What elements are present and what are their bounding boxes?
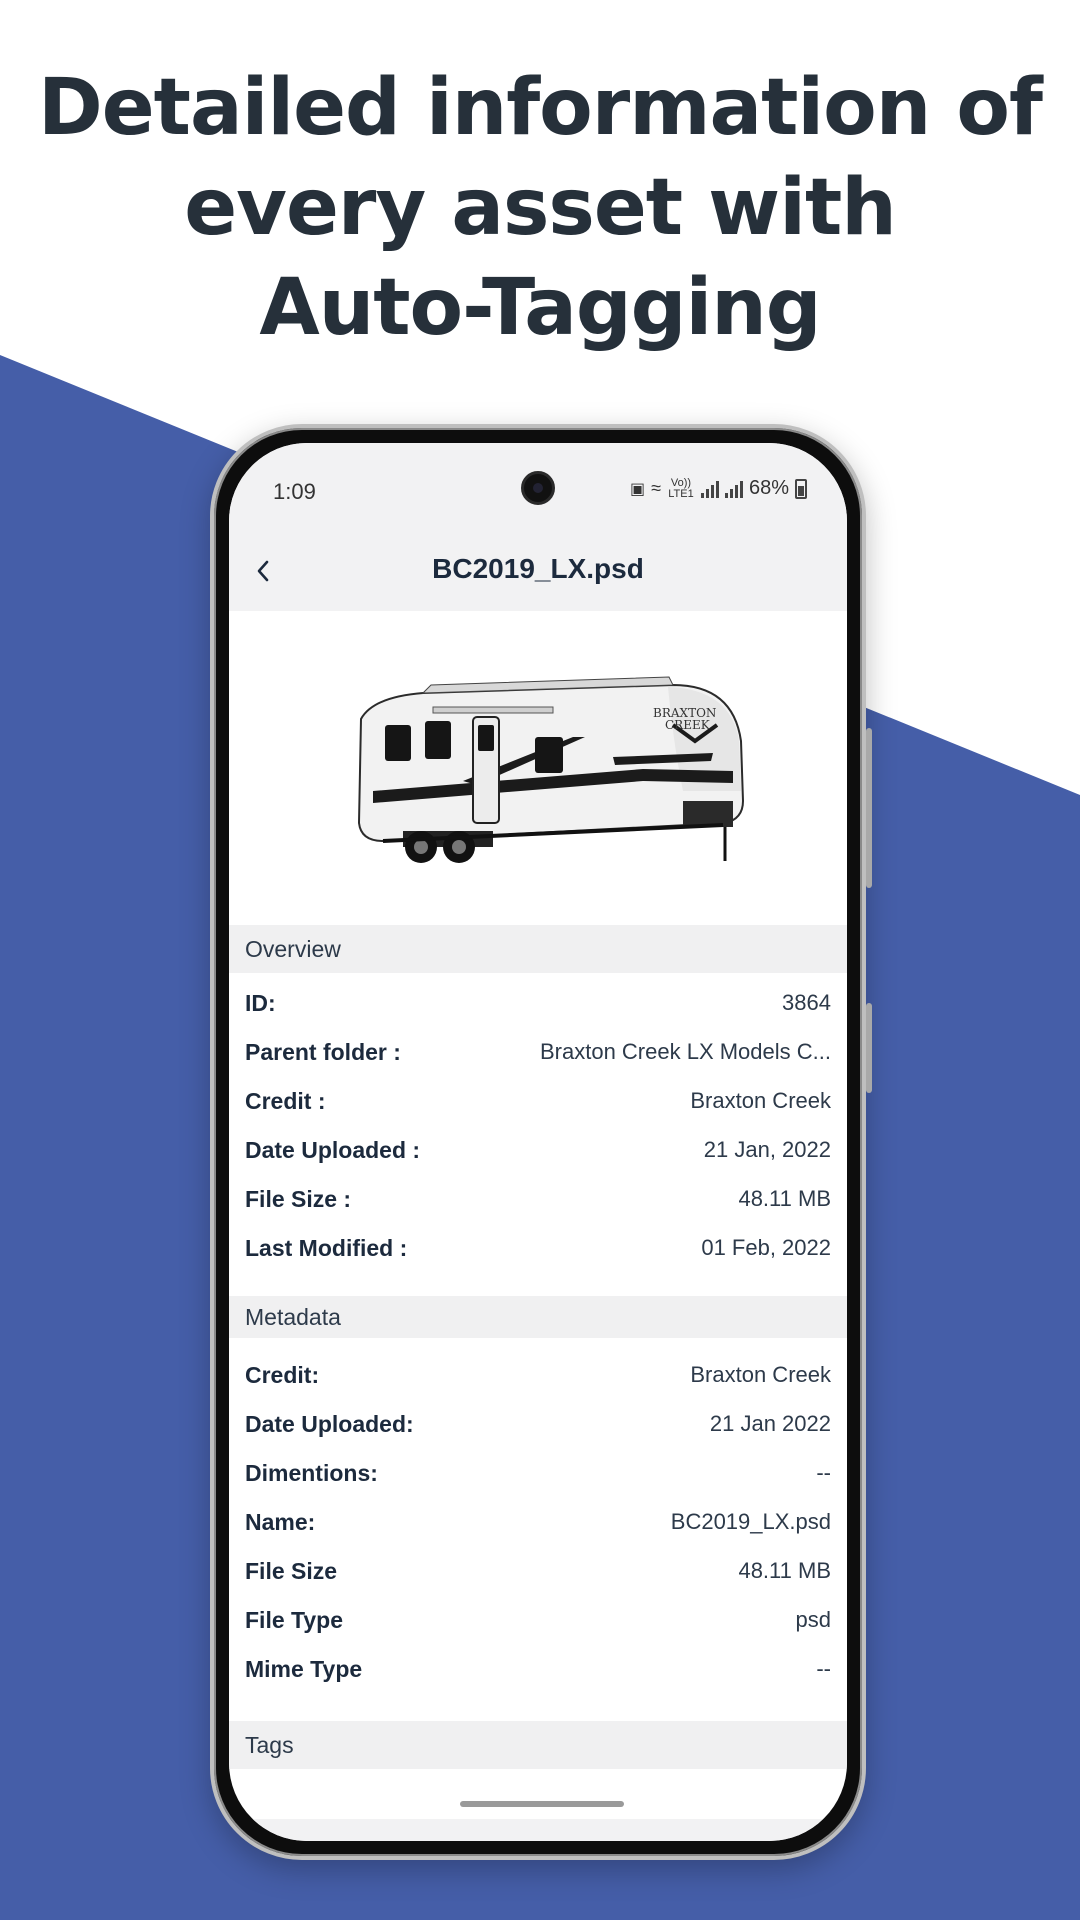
power-button <box>866 1003 872 1093</box>
metadata-row-dimensions: Dimentions: -- <box>245 1455 831 1491</box>
metadata-row-file-type: File Type psd <box>245 1602 831 1638</box>
signal-icon <box>700 480 719 498</box>
phone-frame: 1:09 ▣ ≈ Vo)) LTE1 68% BC2019_LX.psd BRA… <box>210 424 872 1860</box>
overview-row-credit: Credit : Braxton Creek <box>245 1083 831 1119</box>
field-value: Braxton Creek LX Models C... <box>539 1039 831 1064</box>
field-value: BC2019_LX.psd <box>670 1509 831 1534</box>
status-icons: ▣ ≈ Vo)) LTE1 68% <box>630 477 807 500</box>
asset-preview[interactable]: BRAXTON CREEK <box>229 611 847 925</box>
svg-text:CREEK: CREEK <box>665 718 711 732</box>
battery-icon <box>795 478 807 499</box>
field-label: Mime Type <box>245 1655 363 1682</box>
field-value: -- <box>816 1656 831 1681</box>
field-label: ID: <box>245 989 276 1016</box>
overview-row-id: ID: 3864 <box>245 985 831 1021</box>
headline-line-2: every asset with <box>184 163 897 253</box>
travel-trailer-image: BRAXTON CREEK <box>357 676 745 863</box>
headline-line-3: Auto-Tagging <box>259 263 821 353</box>
home-indicator[interactable] <box>460 1801 624 1807</box>
metadata-header: Metadata <box>229 1296 847 1338</box>
field-label: Last Modified : <box>245 1234 408 1261</box>
field-value: -- <box>816 1460 831 1485</box>
chevron-left-icon <box>257 560 269 582</box>
field-label: File Type <box>245 1606 343 1633</box>
field-label: Credit : <box>245 1087 326 1114</box>
metadata-row-name: Name: BC2019_LX.psd <box>245 1504 831 1540</box>
network-label: Vo)) LTE1 <box>668 476 694 500</box>
field-value: 48.11 MB <box>738 1558 831 1583</box>
overview-row-last-modified: Last Modified : 01 Feb, 2022 <box>245 1230 831 1266</box>
status-bar: 1:09 ▣ ≈ Vo)) LTE1 68% <box>229 443 847 531</box>
headline-line-1: Detailed information of <box>38 63 1043 153</box>
metadata-row-mime-type: Mime Type -- <box>245 1651 831 1687</box>
field-value: Braxton Creek <box>690 1088 831 1113</box>
signal-icon-2 <box>724 480 743 498</box>
metadata-row-date-uploaded: Date Uploaded: 21 Jan 2022 <box>245 1406 831 1442</box>
app-bar: BC2019_LX.psd <box>229 531 847 611</box>
field-value: psd <box>795 1607 831 1632</box>
tags-header: Tags <box>229 1721 847 1769</box>
battery-percent: 68% <box>748 477 789 499</box>
status-time: 1:09 <box>273 479 316 504</box>
field-label: Credit: <box>245 1361 320 1388</box>
metadata-row-file-size: File Size 48.11 MB <box>245 1553 831 1589</box>
field-label: File Size : <box>245 1185 352 1212</box>
overview-header: Overview <box>229 925 847 973</box>
asset-title: BC2019_LX.psd <box>432 553 644 584</box>
field-label: Parent folder : <box>245 1038 401 1065</box>
metadata-row-credit: Credit: Braxton Creek <box>245 1357 831 1393</box>
wifi-icon: ≈ <box>651 478 661 498</box>
security-icon: ▣ <box>629 480 646 498</box>
front-camera <box>521 471 555 505</box>
field-value: 21 Jan, 2022 <box>703 1137 831 1162</box>
field-value: 48.11 MB <box>738 1186 831 1211</box>
field-value: 01 Feb, 2022 <box>701 1235 831 1260</box>
field-label: Name: <box>245 1508 316 1535</box>
field-value: Braxton Creek <box>690 1362 831 1387</box>
field-label: Date Uploaded: <box>245 1410 414 1437</box>
phone-screen: 1:09 ▣ ≈ Vo)) LTE1 68% BC2019_LX.psd BRA… <box>229 443 847 1841</box>
field-label: Date Uploaded : <box>245 1136 421 1163</box>
overview-row-parent-folder: Parent folder : Braxton Creek LX Models … <box>245 1034 831 1070</box>
field-label: Dimentions: <box>245 1459 378 1486</box>
back-button[interactable] <box>243 551 283 591</box>
promo-headline: Detailed information of every asset with… <box>0 58 1080 358</box>
overview-row-date-uploaded: Date Uploaded : 21 Jan, 2022 <box>245 1132 831 1168</box>
bottom-strip <box>229 1819 847 1841</box>
field-label: File Size <box>245 1557 338 1584</box>
volume-button <box>866 728 872 888</box>
field-value: 21 Jan 2022 <box>709 1411 831 1436</box>
field-value: 3864 <box>782 990 831 1015</box>
overview-row-file-size: File Size : 48.11 MB <box>245 1181 831 1217</box>
